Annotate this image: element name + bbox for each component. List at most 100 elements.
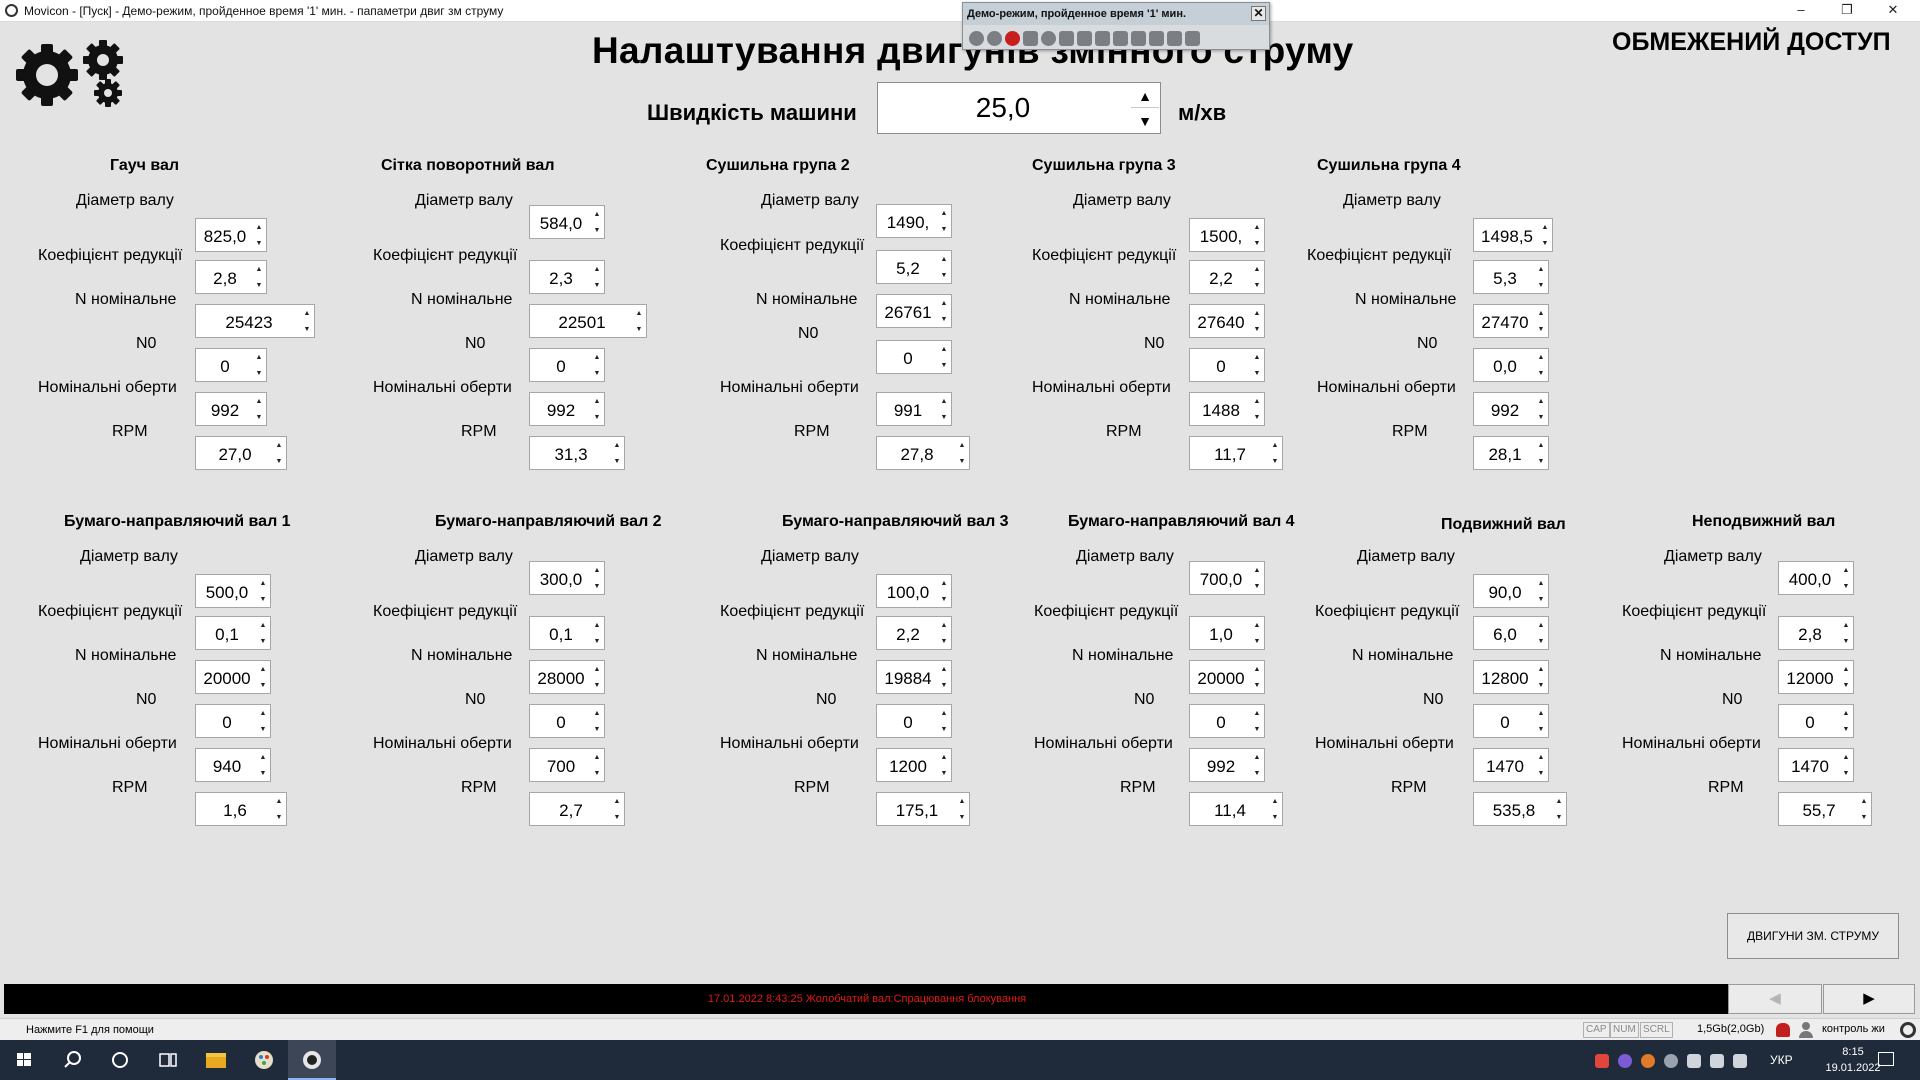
n-nominal-input[interactable]: 19884 ▲ ▼ [876, 660, 952, 694]
n-nominal-input[interactable]: 27470 ▲ ▼ [1473, 304, 1549, 338]
n0-input[interactable]: 0 ▲ ▼ [1778, 704, 1854, 738]
spin-down-button[interactable]: ▼ [938, 678, 950, 693]
spin-down-button[interactable]: ▼ [1251, 579, 1263, 594]
spin-down-button[interactable]: ▼ [938, 766, 950, 781]
spin-up-button[interactable]: ▲ [273, 438, 285, 453]
spin-up-button[interactable]: ▲ [938, 342, 950, 357]
n-nominal-input[interactable]: 22501 ▲ ▼ [529, 304, 647, 338]
diameter-input[interactable]: 825,0 ▲ ▼ [195, 218, 267, 252]
spin-down-button[interactable]: ▼ [1535, 366, 1547, 381]
keyboard-language[interactable]: УКР [1770, 1053, 1793, 1067]
spin-down-button[interactable]: ▼ [591, 366, 603, 381]
spin-down-button[interactable]: ▼ [1840, 579, 1852, 594]
search-icon[interactable] [48, 1040, 96, 1080]
spin-down-button[interactable]: ▼ [591, 223, 603, 238]
spin-up-button[interactable]: ▲ [273, 794, 285, 809]
speed-decrement-button[interactable]: ▼ [1131, 109, 1159, 133]
spin-up-button[interactable]: ▲ [253, 394, 265, 409]
spin-down-button[interactable]: ▼ [938, 592, 950, 607]
spin-down-button[interactable]: ▼ [956, 810, 968, 825]
spin-down-button[interactable]: ▼ [1535, 592, 1547, 607]
spin-down-button[interactable]: ▼ [301, 322, 313, 337]
spin-up-button[interactable]: ▲ [938, 750, 950, 765]
reduction-input[interactable]: 5,3 ▲ ▼ [1473, 260, 1549, 294]
spin-up-button[interactable]: ▲ [257, 576, 269, 591]
spin-down-button[interactable]: ▼ [1269, 454, 1281, 469]
nominal-rpm-input[interactable]: 991 ▲ ▼ [876, 392, 952, 426]
spin-down-button[interactable]: ▼ [257, 678, 269, 693]
spin-up-button[interactable]: ▲ [1269, 794, 1281, 809]
n-nominal-input[interactable]: 25423 ▲ ▼ [195, 304, 315, 338]
spin-down-button[interactable]: ▼ [591, 722, 603, 737]
rpm-input[interactable]: 11,4 ▲ ▼ [1189, 792, 1283, 826]
spin-down-button[interactable]: ▼ [591, 579, 603, 594]
diameter-input[interactable]: 1500, ▲ ▼ [1189, 218, 1265, 252]
rpm-input[interactable]: 1,6 ▲ ▼ [195, 792, 287, 826]
nominal-rpm-input[interactable]: 700 ▲ ▼ [529, 748, 605, 782]
spin-down-button[interactable]: ▼ [1535, 722, 1547, 737]
list-icon[interactable] [1077, 31, 1092, 47]
reduction-input[interactable]: 0,1 ▲ ▼ [529, 616, 605, 650]
spin-up-button[interactable]: ▲ [1535, 750, 1547, 765]
spin-up-button[interactable]: ▲ [591, 350, 603, 365]
n-nominal-input[interactable]: 28000 ▲ ▼ [529, 660, 605, 694]
spin-down-button[interactable]: ▼ [253, 366, 265, 381]
spin-down-button[interactable]: ▼ [1535, 454, 1547, 469]
spin-up-button[interactable]: ▲ [1840, 706, 1852, 721]
reduction-input[interactable]: 1,0 ▲ ▼ [1189, 616, 1265, 650]
movicon-taskbar-icon[interactable] [288, 1040, 336, 1080]
n0-input[interactable]: 0 ▲ ▼ [876, 704, 952, 738]
restore-button[interactable]: ❐ [1824, 0, 1870, 22]
ac-motors-button[interactable]: ДВИГУНИ ЗМ. СТРУМУ [1727, 913, 1899, 959]
spin-up-button[interactable]: ▲ [1251, 262, 1263, 277]
diameter-input[interactable]: 90,0 ▲ ▼ [1473, 574, 1549, 608]
rpm-input[interactable]: 28,1 ▲ ▼ [1473, 436, 1549, 470]
spin-up-button[interactable]: ▲ [1251, 706, 1263, 721]
spin-up-button[interactable]: ▲ [1251, 350, 1263, 365]
nominal-rpm-input[interactable]: 992 ▲ ▼ [1189, 748, 1265, 782]
spin-up-button[interactable]: ▲ [301, 306, 313, 321]
spin-up-button[interactable]: ▲ [1251, 750, 1263, 765]
n-nominal-input[interactable]: 12800 ▲ ▼ [1473, 660, 1549, 694]
display-icon[interactable] [1710, 1053, 1724, 1068]
spin-down-button[interactable]: ▼ [938, 634, 950, 649]
spin-up-button[interactable]: ▲ [591, 262, 603, 277]
spin-down-button[interactable]: ▼ [1840, 766, 1852, 781]
paint-app-icon[interactable] [240, 1040, 288, 1080]
spin-down-button[interactable]: ▼ [633, 322, 645, 337]
rpm-input[interactable]: 2,7 ▲ ▼ [529, 792, 625, 826]
spin-down-button[interactable]: ▼ [257, 592, 269, 607]
spin-up-button[interactable]: ▲ [1251, 563, 1263, 578]
spin-up-button[interactable]: ▲ [1840, 618, 1852, 633]
spin-up-button[interactable]: ▲ [1535, 576, 1547, 591]
reduction-input[interactable]: 2,8 ▲ ▼ [1778, 616, 1854, 650]
spin-up-button[interactable]: ▲ [938, 706, 950, 721]
spin-up-button[interactable]: ▲ [253, 220, 265, 235]
spin-down-button[interactable]: ▼ [591, 766, 603, 781]
rpm-input[interactable]: 535,8 ▲ ▼ [1473, 792, 1567, 826]
spin-down-button[interactable]: ▼ [1251, 678, 1263, 693]
n-nominal-input[interactable]: 27640 ▲ ▼ [1189, 304, 1265, 338]
rpm-input[interactable]: 27,8 ▲ ▼ [876, 436, 970, 470]
spin-down-button[interactable]: ▼ [938, 722, 950, 737]
diameter-input[interactable]: 500,0 ▲ ▼ [195, 574, 271, 608]
spin-down-button[interactable]: ▼ [1251, 766, 1263, 781]
reduction-input[interactable]: 6,0 ▲ ▼ [1473, 616, 1549, 650]
pause-icon[interactable] [987, 31, 1002, 47]
spin-up-button[interactable]: ▲ [1251, 662, 1263, 677]
diameter-input[interactable]: 1498,5 ▲ ▼ [1473, 218, 1553, 252]
spin-down-button[interactable]: ▼ [938, 358, 950, 373]
reduction-input[interactable]: 2,3 ▲ ▼ [529, 260, 605, 294]
spin-up-button[interactable]: ▲ [1840, 750, 1852, 765]
spin-down-button[interactable]: ▼ [253, 410, 265, 425]
minimize-button[interactable]: – [1778, 0, 1824, 22]
spin-down-button[interactable]: ▼ [1535, 678, 1547, 693]
spin-down-button[interactable]: ▼ [938, 268, 950, 283]
n0-input[interactable]: 0 ▲ ▼ [876, 340, 952, 374]
alarm-bell-icon[interactable] [1776, 1023, 1790, 1037]
stop-icon[interactable] [1005, 31, 1020, 47]
nominal-rpm-input[interactable]: 992 ▲ ▼ [1473, 392, 1549, 426]
spin-down-button[interactable]: ▼ [1840, 678, 1852, 693]
spin-up-button[interactable]: ▲ [253, 350, 265, 365]
spin-down-button[interactable]: ▼ [591, 278, 603, 293]
